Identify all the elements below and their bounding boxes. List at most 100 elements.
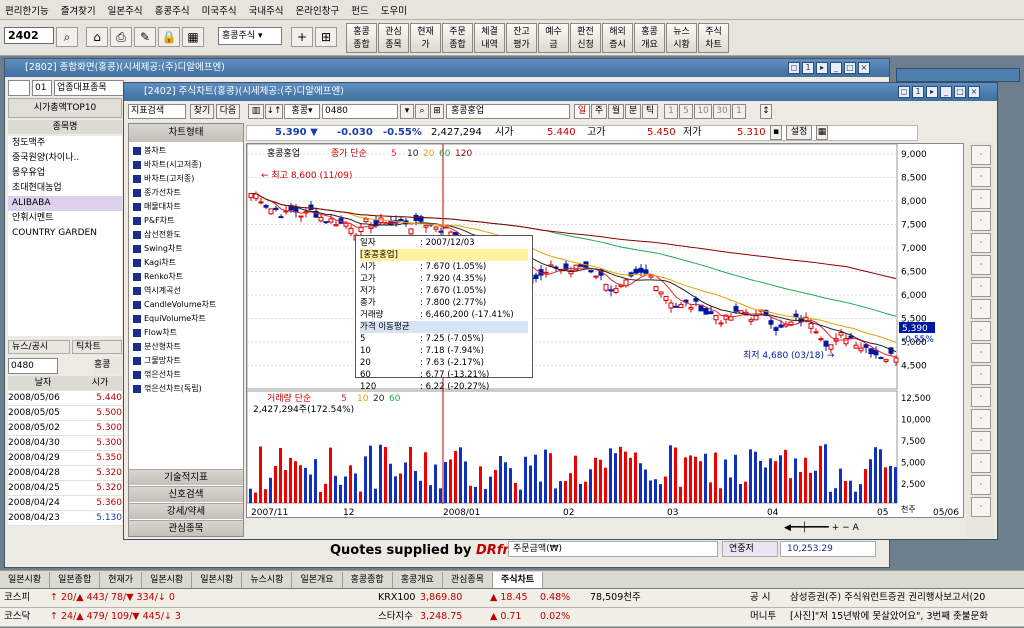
spin-icon[interactable]: ↕ (760, 104, 772, 119)
home-icon[interactable]: ⌂ (86, 27, 108, 47)
menu-item[interactable]: 펀드 (351, 3, 368, 17)
menu-item[interactable]: 일본주식 (108, 3, 143, 17)
zoom-icon[interactable]: · (971, 189, 991, 209)
chart-type-item[interactable]: 삼선전환도 (129, 228, 243, 242)
taskbar-tab[interactable]: 홍콩종합 (343, 571, 393, 588)
chart-type-item[interactable]: EquiVolume차트 (129, 312, 243, 326)
print-icon[interactable]: ⎙ (110, 27, 132, 47)
news-code-input[interactable]: 0480 (8, 358, 58, 374)
window-restore-icon[interactable]: ◻ (898, 86, 910, 98)
table-row[interactable]: 2008/05/02 5.300 (8, 421, 122, 436)
add-window-icon[interactable]: + (291, 27, 313, 47)
period-tab[interactable]: 일 (574, 104, 590, 119)
ticker-news[interactable]: [사진]"저 15년밖에 못살았어요", 3번째 촛불문화 (790, 608, 988, 626)
window-pin-icon[interactable]: 1 (912, 86, 924, 98)
interval-button[interactable]: 5 (679, 104, 693, 119)
table-row[interactable]: 2008/04/25 5.320 (8, 481, 122, 496)
taskbar-tab[interactable]: 일본종합 (50, 571, 101, 588)
menu-icon[interactable] (8, 80, 30, 96)
menu-item[interactable]: 즐겨찾기 (61, 3, 96, 17)
interval-button[interactable]: 30 (713, 104, 731, 119)
menu-item[interactable]: 홍콩주식 (155, 3, 190, 17)
related-icon[interactable]: ⊞ (430, 104, 444, 119)
chart-type-icon[interactable]: ▥ (248, 104, 264, 119)
menu-item[interactable]: 도우미 (381, 3, 407, 17)
all-icon[interactable]: · (971, 475, 991, 495)
chart-type-item[interactable]: Flow차트 (129, 326, 243, 340)
text-icon[interactable]: · (971, 387, 991, 407)
taskbar-tab[interactable]: 일본시황 (142, 571, 193, 588)
table-row[interactable]: 2008/04/30 5.300 (8, 436, 122, 451)
close-icon[interactable]: × (858, 62, 870, 74)
list-item[interactable]: 중국원양(차이나.. (8, 151, 122, 166)
taskbar-tab[interactable]: 현재가 (100, 571, 143, 588)
tab-market-cap[interactable]: 시가총액TOP10 (8, 98, 122, 118)
quick-button[interactable]: 홍콩 종합 (346, 23, 377, 53)
period-tab[interactable]: 틱 (642, 104, 658, 119)
quick-button[interactable]: 현재 가 (410, 23, 441, 53)
calculator-icon[interactable]: ▦ (182, 27, 204, 47)
channel-icon[interactable]: · (971, 299, 991, 319)
sort-icon[interactable]: ↓↑ (265, 104, 283, 119)
quick-button[interactable]: 주식 차트 (698, 23, 729, 53)
stock-code-input[interactable]: 2402 (4, 27, 54, 44)
signal-search-button[interactable]: 신호검색 (129, 486, 243, 502)
chart-type-item[interactable]: 분산형차트 (129, 340, 243, 354)
period-tab[interactable]: 월 (608, 104, 624, 119)
search-icon[interactable]: ⌕ (56, 27, 78, 47)
grid-toggle-icon[interactable]: · (971, 233, 991, 253)
minimize-icon[interactable]: _ (940, 86, 952, 98)
chart-type-item[interactable]: CandleVolume차트 (129, 298, 243, 312)
table-row[interactable]: 2008/05/06 5.440 (8, 391, 122, 406)
quick-button[interactable]: 환전 신청 (570, 23, 601, 53)
maximize-icon[interactable]: □ (954, 86, 966, 98)
tab-tick-chart[interactable]: 틱차트 (72, 340, 122, 354)
interval-button[interactable]: 1 (732, 104, 746, 119)
indicator-search-input[interactable]: 지표검색 (128, 104, 186, 119)
zoom-in-icon[interactable]: + (832, 523, 840, 533)
list-item[interactable]: 몽우유업 (8, 166, 122, 181)
auto-icon[interactable]: · (971, 321, 991, 341)
chart-type-item[interactable]: Swing차트 (129, 242, 243, 256)
table-row[interactable]: 2008/04/29 5.350 (8, 451, 122, 466)
chart-type-item[interactable]: P&F차트 (129, 214, 243, 228)
window-play-icon[interactable]: ▸ (816, 62, 828, 74)
ticker-news[interactable]: 삼성증권(주) 주식워런트증권 권리행사보고서(20 (790, 589, 985, 607)
scroll-slider[interactable]: ◀━━┿━━━━ (784, 523, 832, 533)
quick-button[interactable]: 체결 내역 (474, 23, 505, 53)
strength-button[interactable]: 강세/약세 (129, 503, 243, 519)
chart-type-item[interactable]: 봉차트 (129, 144, 243, 158)
period-icon[interactable]: · (971, 409, 991, 429)
window-play-icon[interactable]: ▸ (926, 86, 938, 98)
period-tab[interactable]: 분 (625, 104, 641, 119)
interval-button[interactable]: 10 (694, 104, 712, 119)
list-item[interactable]: 초대현대농업 (8, 181, 122, 196)
quick-button[interactable]: 해외 증시 (602, 23, 633, 53)
taskbar-tab[interactable]: 일본개요 (292, 571, 343, 588)
chart-type-item[interactable]: 꺾은선차트(독립) (129, 382, 243, 396)
tab-news[interactable]: 뉴스/공시 (8, 340, 70, 354)
settings-button[interactable]: 설정 (786, 125, 812, 140)
table-row[interactable]: 2008/04/28 5.320 (8, 466, 122, 481)
chart-type-item[interactable]: 그물망차트 (129, 354, 243, 368)
next-button[interactable]: 다음 (216, 104, 240, 119)
trendline-icon[interactable]: · (971, 277, 991, 297)
add-screen-icon[interactable]: ⊞ (315, 27, 337, 47)
fibonacci-icon[interactable]: · (971, 211, 991, 231)
menu-item[interactable]: 국내주식 (249, 3, 284, 17)
quick-button[interactable]: 잔고 평가 (506, 23, 537, 53)
memo-icon[interactable]: ✎ (134, 27, 156, 47)
menu-item[interactable]: 온라인창구 (296, 3, 340, 17)
crosshair-icon[interactable]: · (971, 167, 991, 187)
group-select[interactable]: 업종대표종목 (54, 80, 124, 96)
chart-type-item[interactable]: 매물대차트 (129, 200, 243, 214)
minimize-icon[interactable]: _ (830, 62, 842, 74)
chart-type-item[interactable]: Kagi차트 (129, 256, 243, 270)
watchlist-button[interactable]: 관심종목 (129, 520, 243, 536)
list-item[interactable]: 청도맥주 (8, 136, 122, 151)
table-row[interactable]: 2008/04/24 5.360 (8, 496, 122, 511)
list-item[interactable]: COUNTRY GARDEN (8, 226, 122, 241)
list-item[interactable]: 안휘시멘트 (8, 211, 122, 226)
maximize-icon[interactable]: □ (844, 62, 856, 74)
taskbar-tab[interactable]: 뉴스시황 (242, 571, 293, 588)
